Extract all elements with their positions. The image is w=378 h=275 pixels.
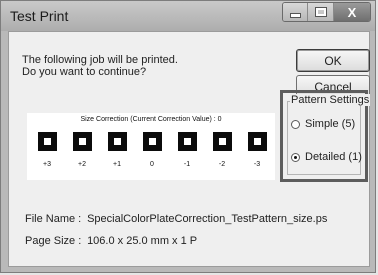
message-line-2: Do you want to continue? <box>22 66 147 78</box>
radio-simple-indicator[interactable] <box>291 119 300 129</box>
radio-detailed[interactable]: Detailed (1) <box>291 151 362 163</box>
page-size-label: Page Size : <box>25 235 82 247</box>
pattern-square <box>72 132 92 151</box>
close-button[interactable]: X <box>333 3 370 21</box>
pattern-square <box>177 132 197 151</box>
pattern-label: +1 <box>113 161 121 168</box>
pattern-settings-frame <box>287 101 361 175</box>
pattern-label: 0 <box>150 161 154 168</box>
radio-simple-label: Simple (5) <box>305 118 356 130</box>
minimize-button[interactable] <box>283 3 309 21</box>
pattern-label: +2 <box>78 161 86 168</box>
file-name-label: File Name : <box>25 213 82 225</box>
pattern-item: -3 <box>246 132 268 168</box>
pattern-item: +2 <box>71 132 93 168</box>
pattern-label: -2 <box>218 161 226 168</box>
minimize-icon <box>289 13 301 18</box>
file-name-row: File Name : SpecialColorPlateCorrection_… <box>25 213 327 225</box>
pattern-square <box>107 132 127 151</box>
page-size-value: 106.0 x 25.0 mm x 1 P <box>87 235 198 247</box>
window-controls: X <box>282 2 371 22</box>
pattern-label: +3 <box>43 161 51 168</box>
pattern-label: -1 <box>183 161 191 168</box>
preview-title: Size Correction (Current Correction Valu… <box>80 116 222 123</box>
pattern-square <box>212 132 232 151</box>
pattern-label: -3 <box>253 161 261 168</box>
pattern-square <box>37 132 57 151</box>
pattern-square <box>142 132 162 151</box>
confirmation-message: The following job will be printed. Do yo… <box>22 54 178 78</box>
pattern-item: +3 <box>36 132 58 168</box>
pattern-row: +3 +2 +1 0 -1 -2 -3 <box>33 132 273 177</box>
pattern-settings-label: Pattern Settings <box>290 94 371 106</box>
pattern-settings-group: Pattern Settings Simple (5) Detailed (1) <box>280 90 371 182</box>
pattern-item: +1 <box>106 132 128 168</box>
ok-button[interactable]: OK <box>296 49 370 72</box>
page-size-row: Page Size : 106.0 x 25.0 mm x 1 P <box>25 235 197 247</box>
pattern-square <box>247 132 267 151</box>
radio-detailed-label: Detailed (1) <box>305 151 362 163</box>
radio-simple[interactable]: Simple (5) <box>291 118 355 130</box>
maximize-icon <box>314 7 327 17</box>
test-print-dialog: Test Print X The following job will be p… <box>0 0 376 273</box>
pattern-preview: Size Correction (Current Correction Valu… <box>27 113 275 180</box>
window-title: Test Print <box>10 8 69 24</box>
dialog-body: The following job will be printed. Do yo… <box>8 31 371 267</box>
pattern-item: -1 <box>176 132 198 168</box>
close-icon: X <box>347 4 357 20</box>
pattern-item: -2 <box>211 132 233 168</box>
title-bar[interactable]: Test Print X <box>1 1 375 31</box>
maximize-button[interactable] <box>308 3 334 21</box>
pattern-item: 0 <box>141 132 163 168</box>
message-line-1: The following job will be printed. <box>22 54 178 66</box>
radio-detailed-indicator[interactable] <box>291 152 300 162</box>
file-name-value: SpecialColorPlateCorrection_TestPattern_… <box>87 213 328 225</box>
